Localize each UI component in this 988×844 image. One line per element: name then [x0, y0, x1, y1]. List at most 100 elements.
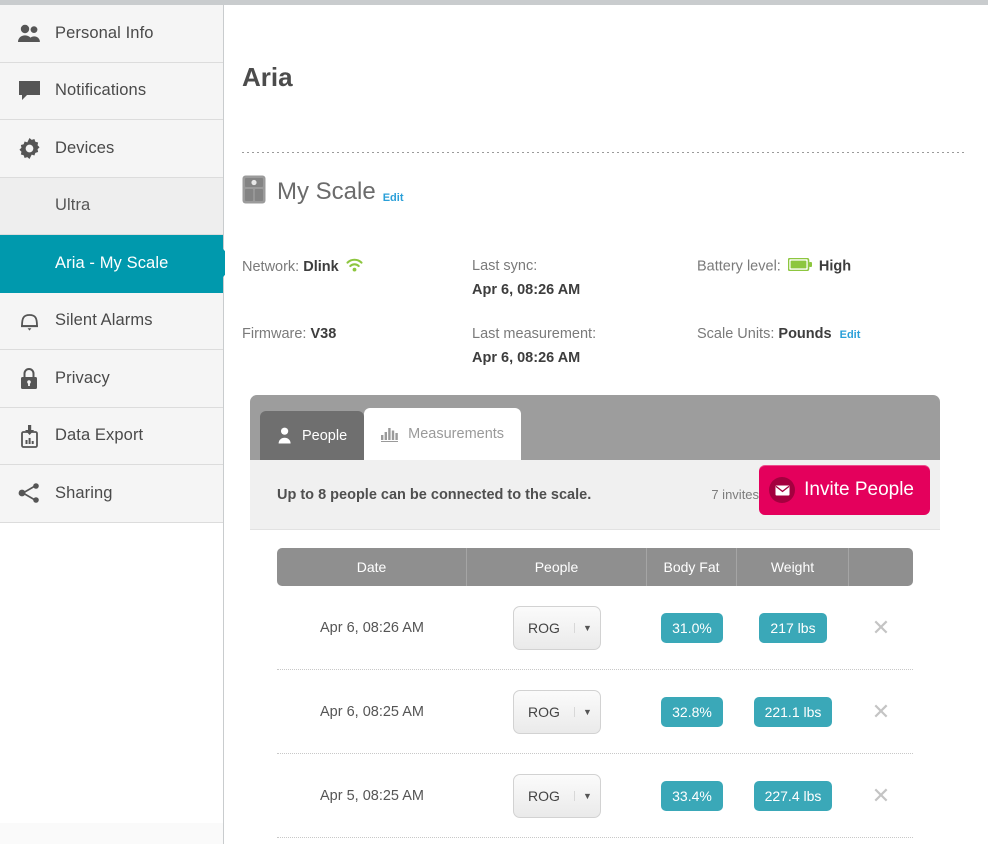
tab-label: People	[302, 427, 348, 444]
sidebar-item-label: Devices	[55, 138, 115, 157]
info-units-value: Pounds	[778, 326, 832, 342]
cell-weight: 217 lbs	[737, 586, 849, 670]
sidebar-item-label: Sharing	[55, 483, 113, 502]
panel-body: Up to 8 people can be connected to the s…	[250, 460, 940, 838]
measurements-table: Date People Body Fat Weight Apr 6, 08:26…	[250, 530, 940, 838]
body-fat-badge: 32.8%	[661, 696, 723, 727]
cell-date: Apr 6, 08:26 AM	[320, 619, 424, 636]
invite-button-label: Invite People	[804, 479, 914, 500]
lock-icon	[14, 365, 44, 391]
close-icon[interactable]: ✕	[872, 783, 890, 809]
info-network-value: Dlink	[303, 258, 339, 275]
tab-people[interactable]: People	[260, 411, 365, 460]
people-panel: People Measurements Up to 8 people can b…	[250, 395, 940, 838]
person-select[interactable]: ROG ▼	[513, 689, 601, 734]
sidebar-item-label: Notifications	[55, 81, 147, 100]
cell-date: Apr 5, 08:25 AM	[320, 787, 424, 804]
cell-actions: ✕	[849, 754, 913, 838]
info-battery: Battery level: High	[697, 257, 932, 298]
invite-message: Up to 8 people can be connected to the s…	[277, 486, 592, 503]
column-header-body-fat: Body Fat	[647, 548, 737, 586]
scale-icon	[242, 175, 266, 209]
tab-bar: People Measurements	[250, 395, 940, 460]
weight-badge: 221.1 lbs	[753, 696, 833, 727]
sidebar-empty-space	[0, 522, 223, 823]
cell-weight: 227.4 lbs	[737, 754, 849, 838]
table-header-row: Date People Body Fat Weight	[277, 548, 913, 586]
close-icon[interactable]: ✕	[872, 615, 890, 641]
body-fat-badge: 31.0%	[661, 612, 723, 643]
envelope-icon	[769, 477, 796, 503]
cell-people: ROG ▼	[467, 586, 647, 670]
info-firmware: Firmware: V38	[242, 326, 472, 366]
table-row: Apr 6, 08:25 AM ROG ▼ 32.8% 221.1 lbs ✕	[277, 670, 913, 754]
info-firmware-value: V38	[310, 326, 337, 342]
info-network: Network: Dlink	[242, 258, 472, 298]
info-network-label: Network:	[242, 258, 300, 275]
bell-icon	[14, 308, 44, 334]
cell-date: Apr 6, 08:25 AM	[320, 703, 424, 720]
sidebar-item-notifications[interactable]: Notifications	[0, 62, 223, 120]
tab-measurements[interactable]: Measurements	[364, 408, 522, 460]
divider	[242, 152, 965, 153]
sidebar-item-devices[interactable]: Devices	[0, 120, 223, 178]
info-last-measurement-label: Last measurement:	[472, 326, 597, 342]
close-icon[interactable]: ✕	[872, 699, 890, 725]
person-icon	[277, 427, 293, 444]
cell-people: ROG ▼	[467, 754, 647, 838]
sidebar-item-label: Personal Info	[55, 23, 154, 42]
people-icon	[14, 20, 44, 46]
info-last-sync-value: Apr 6, 08:26 AM	[472, 282, 581, 298]
person-select-value: ROG	[528, 619, 560, 636]
column-header-date: Date	[277, 548, 467, 586]
person-select[interactable]: ROG ▼	[513, 605, 601, 650]
cell-body-fat: 33.4%	[647, 754, 737, 838]
info-scale-units: Scale Units: Pounds Edit	[697, 326, 932, 366]
info-last-sync-label: Last sync:	[472, 258, 538, 274]
cell-people: ROG ▼	[467, 670, 647, 754]
table-row: Apr 6, 08:26 AM ROG ▼ 31.0% 217 lbs ✕	[277, 586, 913, 670]
body-fat-badge: 33.4%	[661, 780, 723, 811]
gear-icon	[14, 135, 44, 161]
share-icon	[14, 480, 44, 506]
invite-people-button[interactable]: Invite People	[759, 465, 930, 515]
sidebar: Personal Info Notifications Devices Ultr…	[0, 5, 224, 844]
device-name: My Scale	[277, 178, 376, 205]
person-select-value: ROG	[528, 787, 560, 804]
app-root: Personal Info Notifications Devices Ultr…	[0, 0, 988, 844]
sidebar-item-personal-info[interactable]: Personal Info	[0, 5, 223, 63]
table-row: Apr 5, 08:25 AM ROG ▼ 33.4% 227.4 lbs ✕	[277, 754, 913, 838]
info-last-measurement-value: Apr 6, 08:26 AM	[472, 350, 581, 366]
device-header: My Scale Edit	[242, 175, 403, 209]
sidebar-item-label: Data Export	[55, 426, 144, 445]
info-battery-value: High	[818, 258, 852, 275]
invite-bar: Up to 8 people can be connected to the s…	[250, 460, 940, 530]
column-header-weight: Weight	[737, 548, 849, 586]
info-units-label: Scale Units:	[697, 326, 775, 342]
info-last-measurement: Last measurement: Apr 6, 08:26 AM	[472, 326, 697, 366]
weight-badge: 227.4 lbs	[753, 780, 833, 811]
units-edit-link[interactable]: Edit	[840, 329, 861, 341]
cell-body-fat: 32.8%	[647, 670, 737, 754]
sidebar-item-silent-alarms[interactable]: Silent Alarms	[0, 292, 223, 350]
person-select[interactable]: ROG ▼	[513, 773, 601, 818]
cell-body-fat: 31.0%	[647, 586, 737, 670]
device-info: Network: Dlink Last sync: Apr 6, 08:26 A…	[242, 257, 932, 394]
column-header-actions	[849, 548, 913, 586]
cell-actions: ✕	[849, 586, 913, 670]
device-edit-link[interactable]: Edit	[383, 192, 404, 204]
sidebar-item-data-export[interactable]: Data Export	[0, 407, 223, 465]
weight-badge: 217 lbs	[759, 612, 827, 643]
sidebar-item-label: Ultra	[55, 196, 91, 215]
info-row: Firmware: V38 Last measurement: Apr 6, 0…	[242, 326, 932, 366]
sidebar-item-privacy[interactable]: Privacy	[0, 350, 223, 408]
bar-chart-icon	[381, 426, 399, 442]
sidebar-item-label: Aria - My Scale	[55, 253, 169, 272]
chevron-down-icon: ▼	[574, 706, 600, 717]
export-icon	[14, 423, 44, 449]
info-firmware-label: Firmware:	[242, 326, 307, 342]
sidebar-item-sharing[interactable]: Sharing	[0, 465, 223, 523]
person-select-value: ROG	[528, 703, 560, 720]
sidebar-item-aria-my-scale[interactable]: Aria - My Scale	[0, 235, 223, 293]
sidebar-item-ultra[interactable]: Ultra	[0, 177, 223, 235]
